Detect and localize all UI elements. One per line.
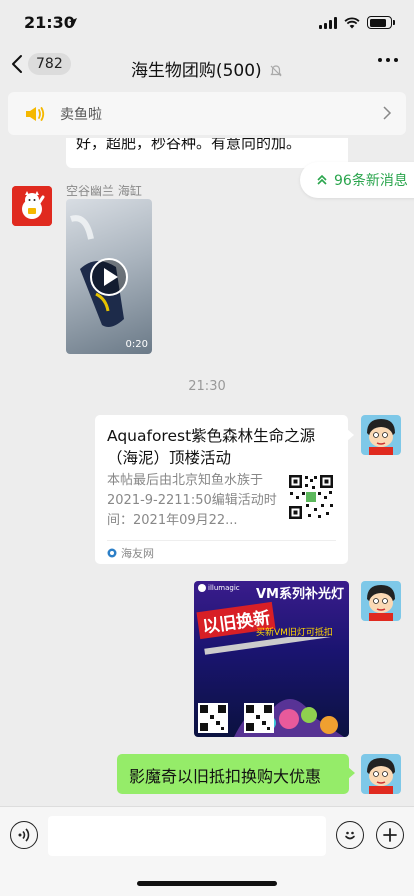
cartoon-boy-avatar-icon bbox=[361, 754, 401, 794]
wifi-icon bbox=[344, 16, 360, 28]
message-input[interactable] bbox=[48, 816, 326, 856]
chat-title-wrapper: 海生物团购(500) bbox=[0, 56, 414, 81]
cartoon-boy-avatar-icon bbox=[361, 581, 401, 621]
link-card-message[interactable]: Aquaforest紫色森林生命之源（海泥）顶楼活动 本帖最后由北京知鱼水族于2… bbox=[95, 415, 354, 564]
megaphone-icon bbox=[26, 106, 45, 121]
site-logo-icon bbox=[107, 548, 117, 558]
new-messages-label: 96条新消息 bbox=[334, 173, 408, 189]
voice-icon bbox=[18, 828, 30, 842]
home-indicator bbox=[137, 881, 277, 886]
poster-headline: VM系列补光灯 bbox=[256, 587, 344, 602]
sender-name: 空谷幽兰 海缸 bbox=[66, 184, 142, 198]
battery-icon bbox=[367, 16, 395, 29]
link-card-title: Aquaforest紫色森林生命之源（海泥）顶楼活动 bbox=[107, 427, 316, 467]
announcement-text: 卖鱼啦 bbox=[60, 106, 102, 123]
plus-icon bbox=[383, 828, 397, 842]
group-announcement-bar[interactable]: 卖鱼啦 bbox=[8, 92, 406, 135]
link-card-divider bbox=[107, 540, 336, 541]
video-duration: 0:20 bbox=[125, 339, 148, 350]
cartoon-boy-avatar-icon bbox=[361, 415, 401, 455]
chat-nav-bar: 782 海生物团购(500) bbox=[0, 46, 414, 90]
outgoing-text-message[interactable]: 影魔奇以旧抵扣换购大优惠 bbox=[117, 754, 355, 794]
poster-brand: illumagic bbox=[198, 584, 240, 592]
promo-poster-image[interactable]: illumagic VM系列补光灯 以旧换新 买新VM旧灯可抵扣 bbox=[194, 581, 349, 737]
link-card-description: 本帖最后由北京知鱼水族于2021-9-2211:50编辑活动时间：2021年09… bbox=[107, 473, 277, 528]
partial-text-message[interactable]: 好，超肥，秒谷种。有意向的加。 bbox=[66, 138, 348, 168]
double-chevron-up-icon bbox=[317, 174, 327, 185]
status-indicators bbox=[319, 16, 395, 29]
mute-bell-icon bbox=[270, 65, 282, 77]
my-avatar[interactable] bbox=[361, 415, 401, 455]
video-thumbnail-image bbox=[70, 215, 128, 327]
emoji-button[interactable] bbox=[336, 821, 364, 849]
voice-input-button[interactable] bbox=[10, 821, 38, 849]
location-arrow-icon bbox=[69, 18, 77, 26]
smiley-icon bbox=[345, 831, 355, 840]
chevron-right-icon bbox=[383, 106, 392, 120]
partial-message-text: 好，超肥，秒谷种。有意向的加。 bbox=[76, 138, 302, 152]
link-card-source: 海友网 bbox=[107, 545, 154, 561]
qr-code-image bbox=[288, 474, 334, 520]
my-avatar[interactable] bbox=[361, 754, 401, 794]
poster-aquarium-art bbox=[198, 637, 344, 737]
more-options-button[interactable] bbox=[378, 58, 398, 62]
video-message[interactable]: 0:20 bbox=[66, 199, 152, 354]
status-bar: 21:30 bbox=[0, 0, 414, 46]
sender-avatar[interactable] bbox=[12, 186, 52, 226]
message-timestamp: 21:30 bbox=[188, 379, 226, 394]
link-source-name: 海友网 bbox=[121, 547, 154, 560]
cellular-signal-icon bbox=[319, 16, 337, 29]
lucky-cat-avatar-icon bbox=[12, 186, 52, 226]
new-messages-button[interactable]: 96条新消息 bbox=[300, 162, 414, 198]
chat-title: 海生物团购(500) bbox=[130, 61, 262, 81]
my-avatar[interactable] bbox=[361, 581, 401, 621]
more-functions-button[interactable] bbox=[376, 821, 404, 849]
